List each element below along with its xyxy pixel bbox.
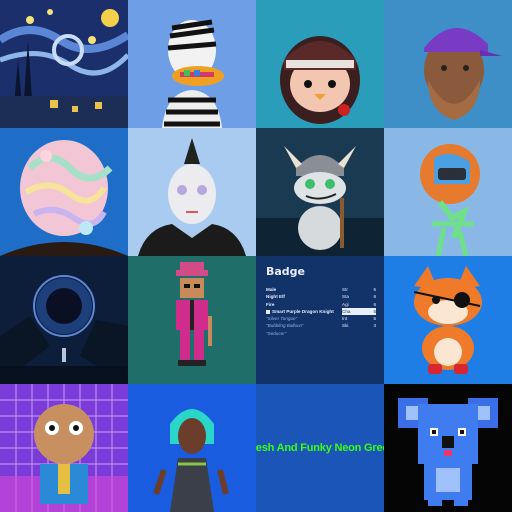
- trait-item: Male: [266, 287, 277, 292]
- tile-mohawk-avatar[interactable]: [128, 128, 256, 256]
- stat-row: Str 5: [342, 287, 376, 292]
- trait-item-selected: Smart Purple Dragon Knight: [266, 308, 336, 315]
- stat-row-selected: Cha 5: [342, 307, 376, 316]
- retro-grid-image: [0, 384, 128, 512]
- penguin-image: [256, 0, 384, 128]
- stat-row: Ski 3: [342, 323, 376, 329]
- tile-neon-text[interactable]: Fresh And Funky Neon Green: [256, 384, 384, 512]
- tile-penguin[interactable]: [256, 0, 384, 128]
- stat-row: Sta 6: [342, 294, 376, 300]
- tile-pastel-slime[interactable]: [0, 128, 128, 256]
- tile-portal-landscape[interactable]: [0, 256, 128, 384]
- tile-pixel-koala[interactable]: [384, 384, 512, 512]
- skeleton-helmet-image: [384, 128, 512, 256]
- trait-item: Night Elf: [266, 294, 285, 300]
- trait-item: "Seducer": [266, 330, 287, 336]
- tile-skeleton-helmet[interactable]: [384, 128, 512, 256]
- bearded-man-image: [384, 0, 512, 128]
- pixel-rat-image: [128, 256, 256, 384]
- starry-night-image: [0, 0, 128, 128]
- pastel-slime-image: [0, 128, 128, 256]
- tile-pixel-rat[interactable]: [128, 256, 256, 384]
- zebra-duck-image: [128, 0, 256, 128]
- pixel-koala-image: [384, 384, 512, 512]
- tile-badge-card[interactable]: Badge Male Night Elf Fire Smart Purple D…: [256, 256, 384, 384]
- nft-grid: Badge Male Night Elf Fire Smart Purple D…: [0, 0, 512, 512]
- tile-zebra-duck[interactable]: [128, 0, 256, 128]
- mohawk-avatar-image: [128, 128, 256, 256]
- trait-item: "Silver Tongue": [266, 316, 298, 322]
- trait-item: Fire: [266, 301, 275, 307]
- viking-dragon-image: [256, 128, 384, 256]
- tile-cyber-woman[interactable]: [128, 384, 256, 512]
- badge-title: Badge: [266, 265, 306, 278]
- neon-text: Fresh And Funky Neon Green: [256, 442, 384, 454]
- badge-stats: Str 5 Sta 6 Agi 6 Cha 5 Int 5 Ski 3: [342, 286, 376, 330]
- stat-row: Int 5: [342, 316, 376, 322]
- stat-row: Agi 6: [342, 301, 376, 307]
- tile-viking-dragon[interactable]: [256, 128, 384, 256]
- cyber-woman-image: [128, 384, 256, 512]
- pirate-fox-image: [384, 256, 512, 384]
- tile-starry-night[interactable]: [0, 0, 128, 128]
- badge-traits: Male Night Elf Fire Smart Purple Dragon …: [266, 286, 336, 337]
- portal-landscape-image: [0, 256, 128, 384]
- tile-retro-grid[interactable]: [0, 384, 128, 512]
- tile-bearded-man[interactable]: [384, 0, 512, 128]
- trait-item: "Bubbling Balloon": [266, 323, 304, 329]
- tile-pirate-fox[interactable]: [384, 256, 512, 384]
